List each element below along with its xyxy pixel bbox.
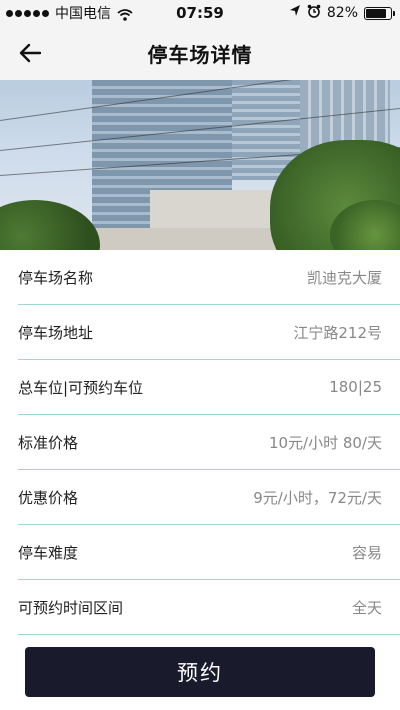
detail-value: 江宁路212号 (293, 323, 382, 342)
detail-row-address: 停车场地址 江宁路212号 (18, 305, 400, 360)
nav-bar: 停车场详情 (0, 26, 400, 80)
page-title: 停车场详情 (147, 42, 253, 67)
detail-value: 凯迪克大厦 (306, 268, 382, 287)
battery-fill (366, 8, 386, 18)
detail-value: 10元/小时 80/天 (268, 433, 382, 452)
detail-row-standard-price: 标准价格 10元/小时 80/天 (18, 415, 400, 470)
status-bar: 中国电信 07:59 82% (0, 0, 400, 26)
reserve-button[interactable]: 预约 (25, 647, 375, 697)
detail-row-booking-window: 可预约时间区间 全天 (18, 580, 400, 635)
signal-dots-icon (6, 9, 49, 17)
detail-row-name: 停车场名称 凯迪克大厦 (18, 250, 400, 305)
parking-details-list: 停车场名称 凯迪克大厦 停车场地址 江宁路212号 总车位|可预约车位 180|… (18, 250, 400, 635)
detail-row-difficulty: 停车难度 容易 (18, 525, 400, 580)
detail-value: 9元/小时，72元/天 (253, 488, 382, 507)
wifi-icon (117, 7, 133, 21)
detail-label: 停车场地址 (18, 323, 94, 342)
detail-value: 容易 (351, 543, 382, 562)
detail-label: 优惠价格 (18, 488, 79, 507)
battery-percent: 82% (326, 5, 358, 21)
detail-row-spaces: 总车位|可预约车位 180|25 (18, 360, 400, 415)
detail-value: 全天 (351, 598, 382, 617)
detail-value: 180|25 (329, 378, 382, 396)
alarm-clock-icon (307, 4, 321, 22)
status-right-group: 82% (289, 0, 395, 26)
detail-label: 可预约时间区间 (18, 598, 124, 617)
detail-label: 标准价格 (18, 433, 79, 452)
battery-icon (364, 6, 395, 20)
detail-label: 停车场名称 (18, 268, 94, 287)
detail-label: 停车难度 (18, 543, 79, 562)
parking-building-photo (0, 80, 400, 250)
back-arrow-icon[interactable] (16, 39, 44, 67)
location-arrow-icon (289, 5, 301, 21)
carrier-name: 中国电信 (55, 6, 111, 22)
detail-label: 总车位|可预约车位 (18, 378, 144, 397)
detail-row-discount-price: 优惠价格 9元/小时，72元/天 (18, 470, 400, 525)
